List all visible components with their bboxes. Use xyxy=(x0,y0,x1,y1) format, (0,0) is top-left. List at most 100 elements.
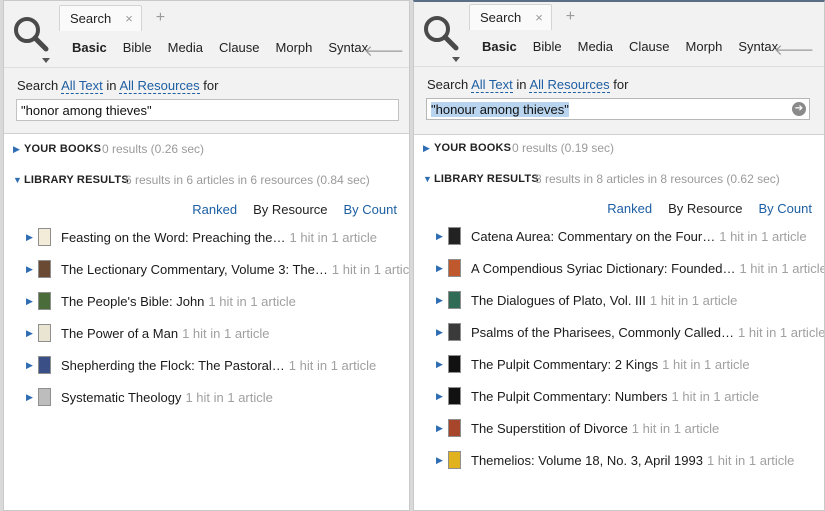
expand-arrow-icon[interactable]: ▶ xyxy=(13,144,20,155)
tab-search[interactable]: Search × xyxy=(469,4,552,30)
expand-arrow-icon[interactable]: ▶ xyxy=(26,360,33,371)
expand-arrow-icon[interactable]: ▶ xyxy=(436,455,443,466)
scope-text-link[interactable]: All Text xyxy=(61,78,103,94)
expand-arrow-icon[interactable]: ▶ xyxy=(436,327,443,338)
mode-bible[interactable]: Bible xyxy=(123,40,152,55)
scope-text-link[interactable]: All Text xyxy=(471,77,513,93)
result-title[interactable]: A Compendious Syriac Dictionary: Founded… xyxy=(471,261,824,276)
mode-media[interactable]: Media xyxy=(578,39,613,54)
chevron-down-icon[interactable] xyxy=(452,57,460,62)
chevron-down-icon[interactable] xyxy=(42,58,50,63)
result-item[interactable]: ▶ Feasting on the Word: Preaching the… 1 h… xyxy=(4,225,409,249)
expand-arrow-icon[interactable]: ▶ xyxy=(26,296,33,307)
mode-bible[interactable]: Bible xyxy=(533,39,562,54)
search-input[interactable]: "honour among thieves" ➔ xyxy=(426,98,810,120)
result-item[interactable]: ▶ Shepherding the Flock: The Pastoral… 1 h… xyxy=(4,353,409,377)
scope-resources-link[interactable]: All Resources xyxy=(529,77,610,93)
mode-syntax[interactable]: Syntax xyxy=(738,39,778,54)
mode-clause[interactable]: Clause xyxy=(219,40,259,55)
result-title-text[interactable]: The Pulpit Commentary: 2 Kings xyxy=(471,357,658,372)
expand-arrow-icon[interactable]: ▶ xyxy=(436,263,443,274)
result-title[interactable]: The Power of a Man 1 hit in 1 article xyxy=(61,326,270,341)
result-item[interactable]: ▶ A Compendious Syriac Dictionary: Founde… xyxy=(414,256,824,280)
sort-by-resource[interactable]: By Resource xyxy=(668,201,742,216)
result-title-text[interactable]: Shepherding the Flock: The Pastoral… xyxy=(61,358,285,373)
add-tab-icon[interactable]: + xyxy=(142,5,165,31)
result-item[interactable]: ▶ Psalms of the Pharisees, Commonly Calle… xyxy=(414,320,824,344)
mode-morph[interactable]: Morph xyxy=(276,40,313,55)
tab-search[interactable]: Search × xyxy=(59,5,142,31)
result-title-text[interactable]: The People's Bible: John xyxy=(61,294,204,309)
collapse-arrow-icon[interactable]: ▼ xyxy=(423,174,432,184)
close-icon[interactable]: × xyxy=(125,11,133,26)
result-title-text[interactable]: Themelios: Volume 18, No. 3, April 1993 xyxy=(471,453,703,468)
result-title-text[interactable]: Psalms of the Pharisees, Commonly Called… xyxy=(471,325,734,340)
library-results-section[interactable]: ▼ LIBRARY RESULTS 8 results in 8 article… xyxy=(414,168,824,190)
back-arrow-icon[interactable]: 🡐 xyxy=(774,40,814,59)
sort-ranked[interactable]: Ranked xyxy=(607,201,652,216)
mode-clause[interactable]: Clause xyxy=(629,39,669,54)
result-item[interactable]: ▶ Themelios: Volume 18, No. 3, April 1993… xyxy=(414,448,824,472)
result-item[interactable]: ▶ The Pulpit Commentary: 2 Kings 1 hit in … xyxy=(414,352,824,376)
result-item[interactable]: ▶ The Superstition of Divorce 1 hit in 1 a… xyxy=(414,416,824,440)
result-title-text[interactable]: The Lectionary Commentary, Volume 3: The… xyxy=(61,262,328,277)
mode-syntax[interactable]: Syntax xyxy=(328,40,368,55)
go-arrow-icon[interactable]: ➔ xyxy=(792,102,806,116)
sort-ranked[interactable]: Ranked xyxy=(192,202,237,217)
result-title-text[interactable]: Feasting on the Word: Preaching the… xyxy=(61,230,286,245)
expand-arrow-icon[interactable]: ▶ xyxy=(436,231,443,242)
result-title-text[interactable]: Catena Aurea: Commentary on the Four… xyxy=(471,229,715,244)
expand-arrow-icon[interactable]: ▶ xyxy=(436,359,443,370)
result-title[interactable]: The Superstition of Divorce 1 hit in 1 ar… xyxy=(471,421,719,436)
result-hit-count: 1 hit in 1 article xyxy=(738,324,825,340)
result-title[interactable]: The People's Bible: John 1 hit in 1 artic… xyxy=(61,294,296,309)
sort-by-count[interactable]: By Count xyxy=(344,202,397,217)
sort-by-resource[interactable]: By Resource xyxy=(253,202,327,217)
result-item[interactable]: ▶ Catena Aurea: Commentary on the Four… 1 … xyxy=(414,224,824,248)
result-item[interactable]: ▶ The Dialogues of Plato, Vol. III 1 hit i… xyxy=(414,288,824,312)
result-item[interactable]: ▶ The Lectionary Commentary, Volume 3: Th… xyxy=(4,257,409,281)
close-icon[interactable]: × xyxy=(535,10,543,25)
mode-morph[interactable]: Morph xyxy=(686,39,723,54)
result-title-text[interactable]: The Dialogues of Plato, Vol. III xyxy=(471,293,646,308)
scope-resources-link[interactable]: All Resources xyxy=(119,78,200,94)
result-item[interactable]: ▶ The People's Bible: John 1 hit in 1 arti… xyxy=(4,289,409,313)
back-arrow-icon[interactable]: 🡐 xyxy=(364,41,404,60)
result-title-text[interactable]: Systematic Theology xyxy=(61,390,181,405)
result-title-text[interactable]: The Pulpit Commentary: Numbers xyxy=(471,389,668,404)
result-item[interactable]: ▶ The Power of a Man 1 hit in 1 article xyxy=(4,321,409,345)
result-title-text[interactable]: A Compendious Syriac Dictionary: Founded… xyxy=(471,261,735,276)
add-tab-icon[interactable]: + xyxy=(552,4,575,30)
expand-arrow-icon[interactable]: ▶ xyxy=(436,391,443,402)
result-title-text[interactable]: The Superstition of Divorce xyxy=(471,421,628,436)
result-title[interactable]: Shepherding the Flock: The Pastoral… 1 hi… xyxy=(61,358,376,373)
library-results-section[interactable]: ▼ LIBRARY RESULTS 6 results in 6 article… xyxy=(4,169,409,191)
result-title[interactable]: The Lectionary Commentary, Volume 3: The… xyxy=(61,262,409,277)
expand-arrow-icon[interactable]: ▶ xyxy=(423,143,430,154)
result-item[interactable]: ▶ The Pulpit Commentary: Numbers 1 hit in … xyxy=(414,384,824,408)
mode-basic[interactable]: Basic xyxy=(482,39,517,54)
expand-arrow-icon[interactable]: ▶ xyxy=(26,232,33,243)
result-title[interactable]: The Dialogues of Plato, Vol. III 1 hit in… xyxy=(471,293,737,308)
result-title[interactable]: Catena Aurea: Commentary on the Four… 1 h… xyxy=(471,229,807,244)
result-item[interactable]: ▶ Systematic Theology 1 hit in 1 article xyxy=(4,385,409,409)
result-title[interactable]: Feasting on the Word: Preaching the… 1 hi… xyxy=(61,230,377,245)
mode-basic[interactable]: Basic xyxy=(72,40,107,55)
result-title[interactable]: Systematic Theology 1 hit in 1 article xyxy=(61,390,273,405)
expand-arrow-icon[interactable]: ▶ xyxy=(26,328,33,339)
result-title[interactable]: The Pulpit Commentary: 2 Kings 1 hit in 1… xyxy=(471,357,750,372)
result-title-text[interactable]: The Power of a Man xyxy=(61,326,178,341)
mode-media[interactable]: Media xyxy=(168,40,203,55)
collapse-arrow-icon[interactable]: ▼ xyxy=(13,175,22,185)
expand-arrow-icon[interactable]: ▶ xyxy=(26,392,33,403)
your-books-section[interactable]: ▶ YOUR BOOKS 0 results (0.26 sec) xyxy=(4,138,409,160)
result-title[interactable]: Themelios: Volume 18, No. 3, April 1993 1… xyxy=(471,453,794,468)
result-title[interactable]: The Pulpit Commentary: Numbers 1 hit in 1… xyxy=(471,389,759,404)
sort-by-count[interactable]: By Count xyxy=(759,201,812,216)
expand-arrow-icon[interactable]: ▶ xyxy=(26,264,33,275)
search-input[interactable]: "honor among thieves" xyxy=(16,99,399,121)
your-books-section[interactable]: ▶ YOUR BOOKS 0 results (0.19 sec) xyxy=(414,137,824,159)
expand-arrow-icon[interactable]: ▶ xyxy=(436,423,443,434)
result-title[interactable]: Psalms of the Pharisees, Commonly Called… xyxy=(471,324,825,340)
expand-arrow-icon[interactable]: ▶ xyxy=(436,295,443,306)
